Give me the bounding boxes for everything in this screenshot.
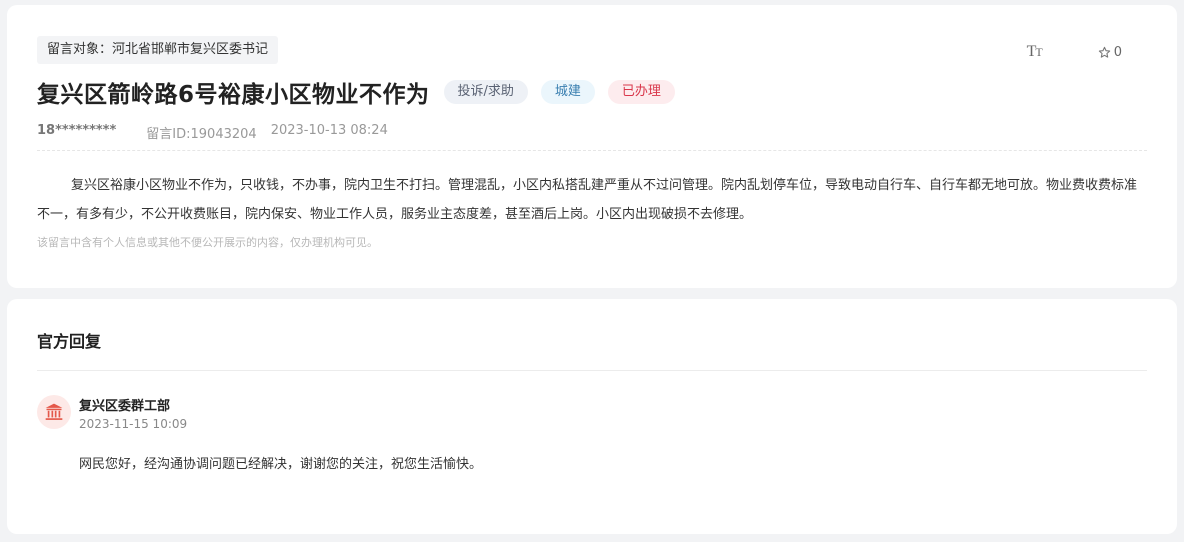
- message-id: 留言ID:19043204: [146, 127, 257, 142]
- message-title: 复兴区箭岭路6号裕康小区物业不作为: [37, 82, 430, 108]
- official-reply-card: 官方回复 复兴区委群工部 2023-11-15 10:09 网民您好，经沟通协调…: [7, 299, 1177, 534]
- toolbar: TT 0: [1027, 43, 1122, 61]
- title-row: 复兴区箭岭路6号裕康小区物业不作为 投诉/求助 城建 已办理: [37, 75, 675, 109]
- favorite-button[interactable]: 0: [1098, 45, 1122, 60]
- font-size-icon[interactable]: TT: [1027, 43, 1043, 61]
- reply-text: 网民您好，经沟通协调问题已经解决，谢谢您的关注，祝您生活愉快。: [79, 457, 483, 472]
- reply-time: 2023-11-15 10:09: [79, 417, 188, 431]
- message-card: 留言对象：河北省邯郸市复兴区委书记 TT 0 复兴区箭岭路6号裕康小区物业不作为…: [7, 5, 1177, 288]
- message-body: 复兴区裕康小区物业不作为，只收钱，不办事，院内卫生不打扫。管理混乱，小区内私搭乱…: [37, 178, 1138, 222]
- government-building-icon: [45, 403, 63, 420]
- message-target-label: 留言对象：河北省邯郸市复兴区委书记: [37, 36, 279, 64]
- privacy-note: 该留言中含有个人信息或其他不便公开展示的内容，仅办理机构可见。: [37, 236, 378, 249]
- author-phone: 18*********: [37, 123, 117, 138]
- avatar: [37, 395, 71, 429]
- favorite-count: 0: [1113, 44, 1122, 60]
- reply-org-name: 复兴区委群工部: [79, 399, 171, 414]
- divider: [37, 370, 1147, 371]
- status-badge: 已办理: [607, 80, 675, 104]
- domain-tag: 城建: [540, 80, 595, 104]
- divider: [37, 150, 1147, 151]
- message-date: 2023-10-13 08:24: [270, 123, 388, 138]
- star-icon: [1098, 46, 1110, 58]
- type-tag: 投诉/求助: [443, 80, 528, 104]
- reply-heading: 官方回复: [37, 332, 102, 351]
- message-meta: 18********* 留言ID:19043204 2023-10-13 08:…: [37, 123, 388, 142]
